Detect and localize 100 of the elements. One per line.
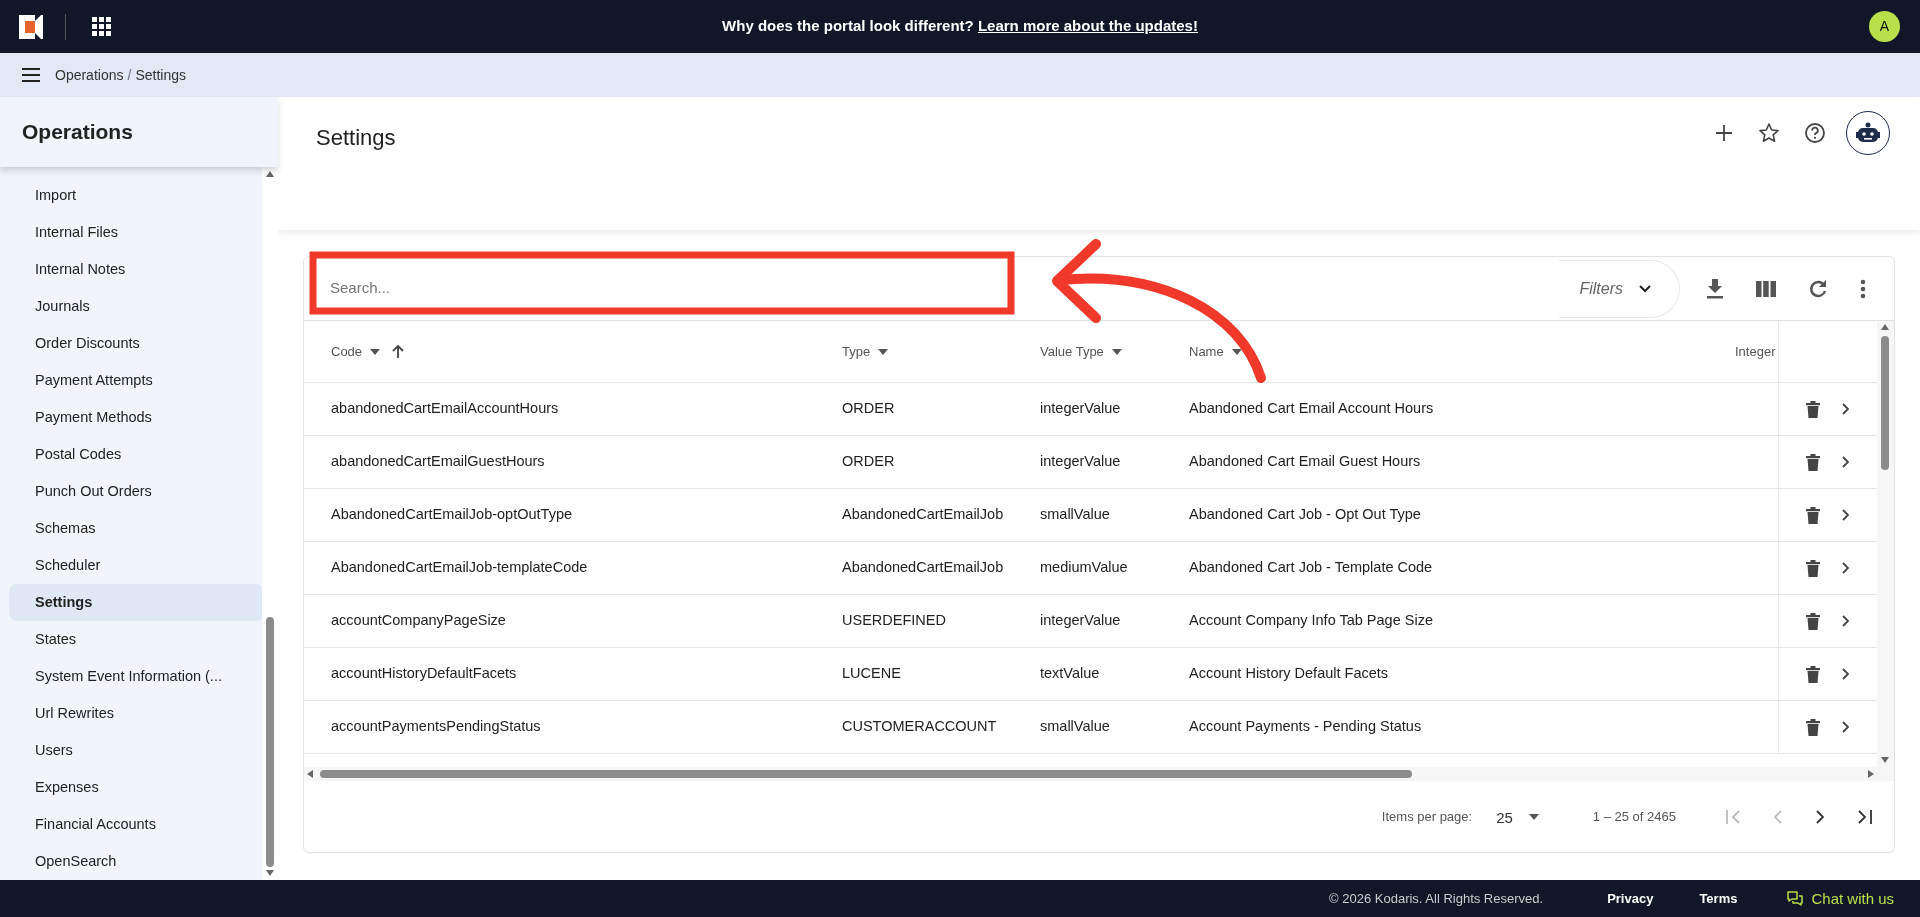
chevron-right-icon[interactable] bbox=[1841, 562, 1850, 574]
chat-button[interactable]: Chat with us bbox=[1783, 887, 1898, 910]
table-cell-text: USERDEFINED bbox=[842, 611, 946, 631]
trash-icon[interactable] bbox=[1805, 559, 1820, 577]
table-cell-text: smallValue bbox=[1040, 505, 1110, 525]
logo-icon bbox=[19, 14, 43, 39]
trash-icon[interactable] bbox=[1805, 665, 1820, 683]
table-cell-text: abandonedCartEmailAccountHours bbox=[331, 399, 559, 419]
sidebar-item[interactable]: Punch Out Orders bbox=[9, 473, 264, 510]
scroll-up-icon[interactable] bbox=[266, 171, 274, 177]
menu-icon[interactable] bbox=[22, 68, 40, 82]
trash-icon[interactable] bbox=[1805, 612, 1820, 630]
banner-text: Why does the portal look different? bbox=[722, 17, 975, 35]
table-cell-text: integerValue bbox=[1040, 611, 1121, 631]
sidebar-item[interactable]: Settings bbox=[9, 584, 264, 621]
sort-ascending-icon[interactable] bbox=[392, 345, 405, 358]
next-page-icon[interactable] bbox=[1816, 810, 1824, 824]
trash-icon[interactable] bbox=[1805, 718, 1820, 736]
trash-icon[interactable] bbox=[1805, 506, 1820, 524]
scroll-left-icon[interactable] bbox=[307, 770, 313, 778]
download-icon[interactable] bbox=[1706, 278, 1724, 299]
scroll-down-icon[interactable] bbox=[266, 870, 274, 876]
star-icon[interactable] bbox=[1758, 122, 1780, 144]
sidebar-item[interactable]: Journals bbox=[9, 288, 264, 325]
last-page-icon[interactable] bbox=[1858, 810, 1872, 824]
dropdown-caret-icon[interactable] bbox=[1111, 348, 1122, 355]
scrollbar-thumb[interactable] bbox=[1881, 336, 1889, 470]
apps-grid-icon[interactable] bbox=[92, 17, 111, 36]
sidebar-item[interactable]: Postal Codes bbox=[9, 436, 264, 473]
footer-link[interactable]: Privacy bbox=[1607, 888, 1654, 909]
columns-icon[interactable] bbox=[1756, 280, 1776, 297]
table-cell-text: Account History Default Facets bbox=[1189, 664, 1389, 684]
sidebar-item[interactable]: States bbox=[9, 621, 264, 658]
table-cell-text: smallValue bbox=[1040, 717, 1110, 737]
scroll-right-icon[interactable] bbox=[1868, 770, 1874, 778]
sidebar-item[interactable]: Financial Accounts bbox=[9, 806, 264, 843]
table-cell-text: Account Payments - Pending Status bbox=[1189, 717, 1422, 737]
chevron-right-icon[interactable] bbox=[1841, 615, 1850, 627]
breadcrumb-link[interactable]: Operations bbox=[55, 64, 124, 86]
sidebar-item[interactable]: Order Discounts bbox=[9, 325, 264, 362]
table-cell-text: abandonedCartEmailGuestHours bbox=[331, 452, 545, 472]
trash-icon[interactable] bbox=[1805, 400, 1820, 418]
table-horizontal-scrollbar[interactable] bbox=[304, 767, 1877, 781]
sidebar-item[interactable]: Url Rewrites bbox=[9, 695, 264, 732]
scroll-up-icon[interactable] bbox=[1881, 324, 1889, 330]
table-cell-text: integerValue bbox=[1040, 399, 1121, 419]
table-cell-text: Account Company Info Tab Page Size bbox=[1189, 611, 1433, 631]
sidebar-scrollbar[interactable] bbox=[262, 167, 278, 880]
scroll-down-icon[interactable] bbox=[1881, 757, 1889, 763]
sidebar-item[interactable]: Scheduler bbox=[9, 547, 264, 584]
page-size-select[interactable]: 25 bbox=[1492, 805, 1543, 829]
column-header[interactable]: Integer bbox=[1735, 341, 1776, 362]
sidebar-item[interactable]: Expenses bbox=[9, 769, 264, 806]
table-cell-text: textValue bbox=[1040, 664, 1100, 684]
table-cell-text: Abandoned Cart Email Account Hours bbox=[1189, 399, 1434, 419]
robot-icon[interactable] bbox=[1856, 122, 1880, 144]
chevron-right-icon[interactable] bbox=[1841, 721, 1850, 733]
trash-icon[interactable] bbox=[1805, 453, 1820, 471]
sidebar-item[interactable]: Payment Attempts bbox=[9, 362, 264, 399]
sidebar-item[interactable]: Import bbox=[9, 177, 264, 214]
table-cell-text: accountCompanyPageSize bbox=[331, 611, 506, 631]
dropdown-caret-icon[interactable] bbox=[370, 348, 381, 355]
avatar[interactable]: A bbox=[1869, 11, 1900, 42]
sidebar-item[interactable]: OpenSearch bbox=[9, 843, 264, 880]
sidebar-item[interactable]: Internal Files bbox=[9, 214, 264, 251]
sidebar-item[interactable]: Users bbox=[9, 732, 264, 769]
breadcrumb-link[interactable]: Settings bbox=[135, 64, 186, 86]
dropdown-caret-icon[interactable] bbox=[1231, 348, 1242, 355]
sidebar-item[interactable]: Internal Notes bbox=[9, 251, 264, 288]
table-cell-text: AbandonedCartEmailJob bbox=[842, 558, 1004, 578]
help-icon[interactable] bbox=[1804, 122, 1826, 144]
filters-button[interactable]: Filters bbox=[1559, 259, 1680, 318]
copyright-text: © 2026 Kodaris. All Rights Reserved. bbox=[1329, 889, 1544, 908]
column-header[interactable]: Code bbox=[331, 341, 363, 362]
scrollbar-thumb[interactable] bbox=[266, 617, 274, 867]
table-cell-text: Abandoned Cart Job - Opt Out Type bbox=[1189, 505, 1421, 525]
table-cell-text: AbandonedCartEmailJob bbox=[842, 505, 1004, 525]
column-header[interactable]: Name bbox=[1189, 341, 1224, 362]
footer-link[interactable]: Terms bbox=[1699, 888, 1738, 909]
chevron-right-icon[interactable] bbox=[1841, 456, 1850, 468]
sidebar-item[interactable]: Payment Methods bbox=[9, 399, 264, 436]
chevron-right-icon[interactable] bbox=[1841, 668, 1850, 680]
dropdown-caret-icon[interactable] bbox=[878, 348, 889, 355]
more-options-icon[interactable] bbox=[1860, 278, 1866, 299]
add-icon[interactable] bbox=[1714, 123, 1734, 143]
chevron-right-icon[interactable] bbox=[1841, 403, 1850, 415]
scrollbar-thumb[interactable] bbox=[320, 770, 1412, 778]
column-header[interactable]: Type bbox=[842, 341, 871, 362]
table-cell-text: mediumValue bbox=[1040, 558, 1128, 578]
sidebar-item[interactable]: Schemas bbox=[9, 510, 264, 547]
refresh-icon[interactable] bbox=[1808, 278, 1828, 299]
learn-more-link[interactable]: Learn more about the updates! bbox=[977, 17, 1198, 35]
chevron-down-icon bbox=[1639, 284, 1651, 293]
table-cell-text: LUCENE bbox=[842, 664, 901, 684]
items-per-page-label: Items per page: bbox=[1381, 808, 1473, 827]
table-vertical-scrollbar[interactable] bbox=[1877, 321, 1894, 781]
table-cell-text: accountPaymentsPendingStatus bbox=[331, 717, 541, 737]
chevron-right-icon[interactable] bbox=[1841, 509, 1850, 521]
sidebar-item[interactable]: System Event Information (... bbox=[9, 658, 264, 695]
column-header[interactable]: Value Type bbox=[1040, 341, 1104, 362]
